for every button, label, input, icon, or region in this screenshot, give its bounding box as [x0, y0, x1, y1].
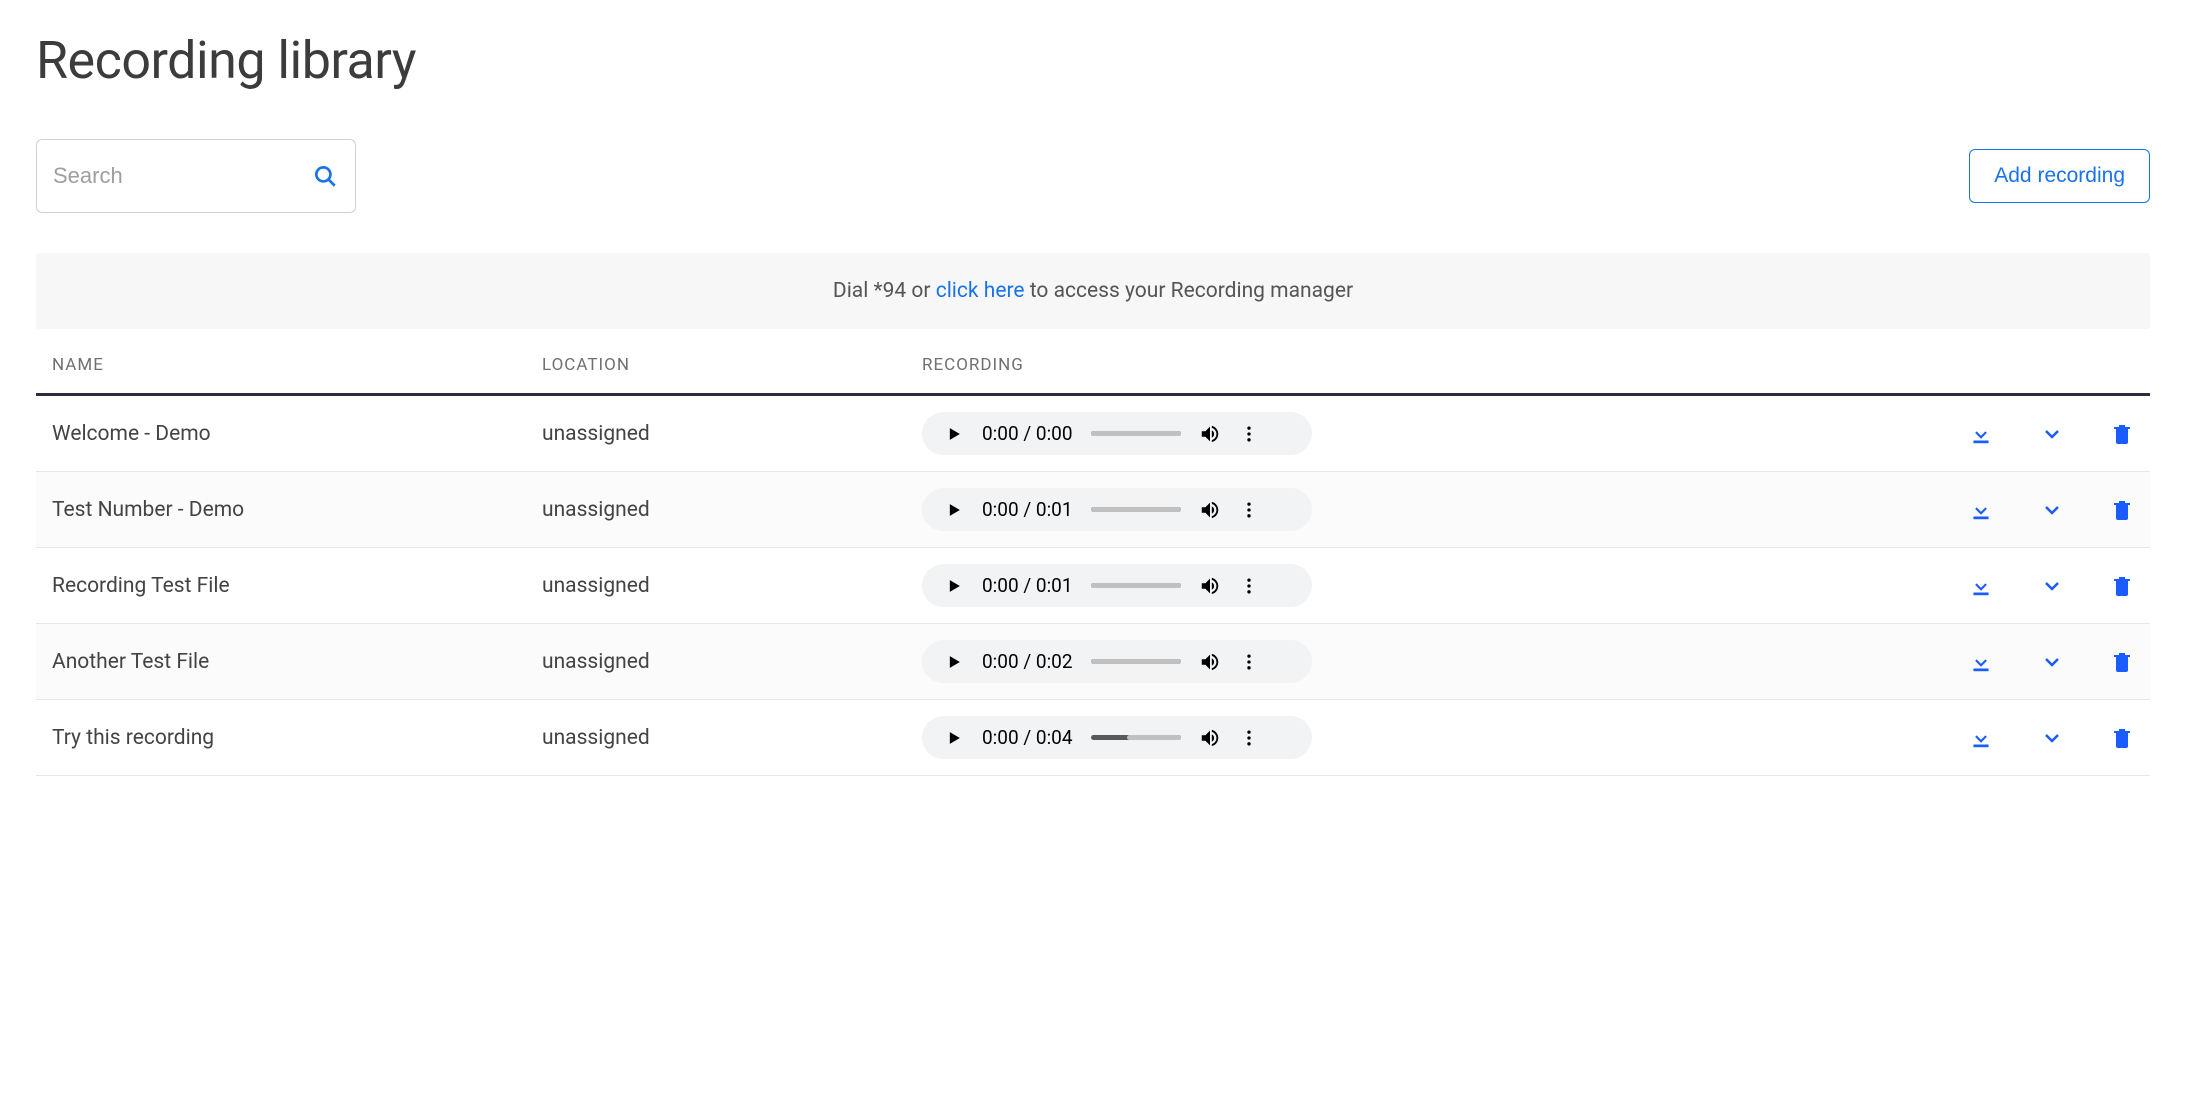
cell-name: Welcome - Demo [52, 422, 542, 446]
audio-current: 0:00 [982, 574, 1019, 597]
audio-duration: 0:04 [1036, 726, 1073, 749]
audio-duration: 0:01 [1036, 574, 1073, 597]
row-actions [1934, 421, 2134, 447]
volume-icon[interactable] [1199, 499, 1221, 521]
table-row: Another Test Fileunassigned 0:00 / 0:02 [36, 624, 2150, 700]
info-banner: Dial *94 or click here to access your Re… [36, 253, 2150, 329]
play-icon[interactable] [944, 652, 964, 672]
trash-icon[interactable] [2110, 498, 2134, 522]
table-row: Test Number - Demounassigned 0:00 / 0:01 [36, 472, 2150, 548]
banner-suffix: to access your Recording manager [1025, 279, 1354, 303]
audio-menu-icon[interactable] [1239, 500, 1259, 520]
audio-time: 0:00 / 0:04 [982, 726, 1073, 749]
row-actions [1934, 497, 2134, 523]
download-icon[interactable] [1968, 573, 1994, 599]
audio-player: 0:00 / 0:01 [922, 488, 1312, 531]
column-header-name: NAME [52, 355, 542, 375]
row-actions [1934, 573, 2134, 599]
audio-player: 0:00 / 0:04 [922, 716, 1312, 759]
cell-location: unassigned [542, 726, 922, 750]
trash-icon[interactable] [2110, 422, 2134, 446]
audio-seek-track[interactable] [1091, 583, 1181, 588]
chevron-down-icon[interactable] [2040, 574, 2064, 598]
cell-recording: 0:00 / 0:00 [922, 412, 1934, 455]
toolbar: Add recording [36, 139, 2150, 213]
table-row: Recording Test Fileunassigned 0:00 / 0:01 [36, 548, 2150, 624]
volume-icon[interactable] [1199, 651, 1221, 673]
audio-current: 0:00 [982, 422, 1019, 445]
volume-icon[interactable] [1199, 423, 1221, 445]
audio-duration: 0:01 [1036, 498, 1073, 521]
page-title: Recording library [36, 30, 2150, 91]
audio-menu-icon[interactable] [1239, 728, 1259, 748]
play-icon[interactable] [944, 728, 964, 748]
audio-seek-track[interactable] [1091, 659, 1181, 664]
audio-current: 0:00 [982, 726, 1019, 749]
table-row: Welcome - Demounassigned 0:00 / 0:00 [36, 396, 2150, 472]
cell-name: Test Number - Demo [52, 498, 542, 522]
cell-recording: 0:00 / 0:04 [922, 716, 1934, 759]
audio-seek-track[interactable] [1091, 735, 1181, 740]
download-icon[interactable] [1968, 421, 1994, 447]
cell-location: unassigned [542, 574, 922, 598]
recordings-table: NAME LOCATION RECORDING Welcome - Demoun… [36, 329, 2150, 776]
audio-time: 0:00 / 0:01 [982, 574, 1073, 597]
audio-duration: 0:02 [1036, 650, 1073, 673]
download-icon[interactable] [1968, 497, 1994, 523]
search-input[interactable] [36, 139, 356, 213]
cell-recording: 0:00 / 0:01 [922, 564, 1934, 607]
chevron-down-icon[interactable] [2040, 650, 2064, 674]
audio-player: 0:00 / 0:00 [922, 412, 1312, 455]
table-row: Try this recordingunassigned 0:00 / 0:04 [36, 700, 2150, 776]
download-icon[interactable] [1968, 649, 1994, 675]
row-actions [1934, 649, 2134, 675]
trash-icon[interactable] [2110, 574, 2134, 598]
audio-time: 0:00 / 0:00 [982, 422, 1073, 445]
audio-menu-icon[interactable] [1239, 576, 1259, 596]
audio-menu-icon[interactable] [1239, 652, 1259, 672]
play-icon[interactable] [944, 500, 964, 520]
table-header: NAME LOCATION RECORDING [36, 329, 2150, 396]
search-field-wrap [36, 139, 356, 213]
chevron-down-icon[interactable] [2040, 726, 2064, 750]
chevron-down-icon[interactable] [2040, 422, 2064, 446]
cell-name: Another Test File [52, 650, 542, 674]
trash-icon[interactable] [2110, 650, 2134, 674]
column-header-recording: RECORDING [922, 355, 2134, 375]
chevron-down-icon[interactable] [2040, 498, 2064, 522]
table-body: Welcome - Demounassigned0:00 / 0:00Test … [36, 396, 2150, 776]
cell-name: Try this recording [52, 726, 542, 750]
cell-location: unassigned [542, 650, 922, 674]
audio-seek-track[interactable] [1091, 431, 1181, 436]
play-icon[interactable] [944, 424, 964, 444]
audio-time: 0:00 / 0:01 [982, 498, 1073, 521]
add-recording-button[interactable]: Add recording [1969, 149, 2150, 203]
volume-icon[interactable] [1199, 727, 1221, 749]
audio-time: 0:00 / 0:02 [982, 650, 1073, 673]
row-actions [1934, 725, 2134, 751]
audio-current: 0:00 [982, 498, 1019, 521]
download-icon[interactable] [1968, 725, 1994, 751]
cell-location: unassigned [542, 498, 922, 522]
recording-manager-link[interactable]: click here [936, 279, 1025, 303]
audio-menu-icon[interactable] [1239, 424, 1259, 444]
audio-seek-track[interactable] [1091, 507, 1181, 512]
trash-icon[interactable] [2110, 726, 2134, 750]
cell-location: unassigned [542, 422, 922, 446]
audio-duration: 0:00 [1036, 422, 1073, 445]
volume-icon[interactable] [1199, 575, 1221, 597]
banner-prefix: Dial *94 or [833, 279, 936, 303]
cell-recording: 0:00 / 0:01 [922, 488, 1934, 531]
cell-recording: 0:00 / 0:02 [922, 640, 1934, 683]
audio-player: 0:00 / 0:02 [922, 640, 1312, 683]
column-header-location: LOCATION [542, 355, 922, 375]
audio-current: 0:00 [982, 650, 1019, 673]
play-icon[interactable] [944, 576, 964, 596]
cell-name: Recording Test File [52, 574, 542, 598]
audio-player: 0:00 / 0:01 [922, 564, 1312, 607]
